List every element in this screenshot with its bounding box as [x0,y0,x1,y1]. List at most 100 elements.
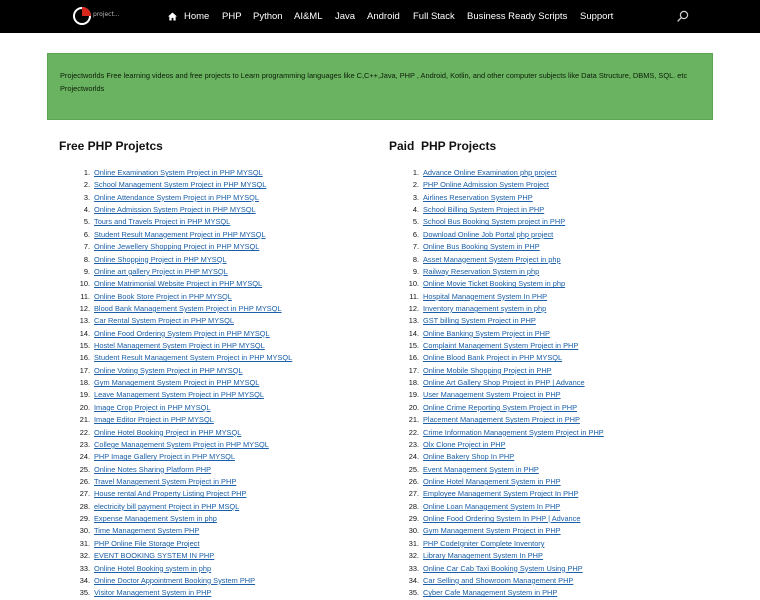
paid-project-link[interactable]: School Billing System Project in PHP [423,205,544,214]
free-project-link[interactable]: House rental And Property Listing Projec… [94,489,246,498]
nav-aiml[interactable]: AI&ML [294,0,323,33]
paid-project-link[interactable]: User Management System Project in PHP [423,390,561,399]
paid-project-link[interactable]: Event Management System in PHP [423,465,539,474]
nav-java[interactable]: Java [335,0,355,33]
paid-project-link[interactable]: Railway Reservation System in php [423,267,539,276]
paid-project-item: 28. Online Loan Management System In PHP [389,501,604,513]
item-number: 17. [79,365,90,375]
nav-support[interactable]: Support [580,0,613,33]
free-project-link[interactable]: Travel Management System Project in PHP [94,477,236,486]
paid-project-link[interactable]: Online Bakery Shop In PHP [423,452,514,461]
nav-home[interactable]: Home [168,0,209,33]
free-project-link[interactable]: Online Doctor Appointment Booking System… [94,576,255,585]
paid-project-link[interactable]: Online Bus Booking System in PHP [423,242,540,251]
nav-php[interactable]: PHP [222,0,242,33]
nav-python[interactable]: Python [253,0,283,33]
paid-project-link[interactable]: Online Food Ordering System In PHP | Adv… [423,514,580,523]
free-project-link[interactable]: Online Notes Sharing Platform PHP [94,465,211,474]
paid-project-link[interactable]: Cyber Cafe Management System in PHP [423,588,557,597]
paid-project-link[interactable]: School Bus Booking System project in PHP [423,217,565,226]
paid-project-link[interactable]: Online Hotel Management System in PHP [423,477,561,486]
free-project-link[interactable]: Online Attendance System Project in PHP … [94,193,259,202]
paid-project-link[interactable]: Library Management System In PHP [423,551,543,560]
paid-project-link[interactable]: PHP Online Admission System Project [423,180,549,189]
free-project-link[interactable]: Time Management System PHP [94,526,199,535]
free-project-link[interactable]: EVENT BOOKING SYSTEM IN PHP [94,551,214,560]
nav-android[interactable]: Android [367,0,400,33]
nav-full-stack[interactable]: Full Stack [413,0,455,33]
paid-project-link[interactable]: Gym Management System Project in PHP [423,526,561,535]
paid-project-link[interactable]: Online Loan Management System In PHP [423,502,560,511]
free-project-link[interactable]: Visitor Management System in PHP [94,588,211,597]
nav-business-scripts-label[interactable]: Business Ready Scripts [467,11,567,22]
paid-project-link[interactable]: Advance Online Examination php project [423,168,557,177]
free-project-item: 14. Online Food Ordering System Project i… [60,328,292,340]
paid-project-link[interactable]: Download Online Job Portal php project [423,230,553,239]
free-project-link[interactable]: Online Book Store Project in PHP MYSQL [94,292,232,301]
paid-project-link[interactable]: Hospital Management System In PHP [423,292,547,301]
nav-support-label[interactable]: Support [580,11,613,22]
nav-business-scripts[interactable]: Business Ready Scripts [467,0,567,33]
free-project-link[interactable]: Online Examination System Project in PHP… [94,168,263,177]
search-icon[interactable] [677,10,689,22]
free-project-link[interactable]: Tours and Travels Project in PHP MYSQL [94,217,230,226]
free-projects-title: Free PHP Projetcs [59,139,163,153]
free-project-link[interactable]: Hostel Management System Project in PHP … [94,341,265,350]
item-number: 33. [79,563,90,573]
nav-aiml-label[interactable]: AI&ML [294,11,323,22]
free-project-link[interactable]: Online Shopping Project in PHP MYSQL [94,255,227,264]
paid-project-link[interactable]: Olx Clone Project in PHP [423,440,506,449]
paid-project-link[interactable]: Online Banking System Project in PHP [423,329,550,338]
free-project-link[interactable]: Student Result Management Project in PHP… [94,230,266,239]
free-project-link[interactable]: Expense Management System in php [94,514,217,523]
free-project-link[interactable]: School Management System Project in PHP … [94,180,266,189]
paid-project-link[interactable]: PHP CodeIgniter Complete Inventory [423,539,544,548]
nav-java-label[interactable]: Java [335,11,355,22]
paid-project-link[interactable]: Online Blood Bank Project in PHP MYSQL [423,353,562,362]
free-project-link[interactable]: Online Voting System Project in PHP MYSQ… [94,366,243,375]
paid-project-link[interactable]: Crime Information Management System Proj… [423,428,604,437]
item-number: 6. [83,229,90,239]
item-number: 20. [79,402,90,412]
item-number: 34. [79,575,90,585]
free-project-link[interactable]: PHP Online File Storage Project [94,539,199,548]
free-project-link[interactable]: Gym Management System Project in PHP MYS… [94,378,259,387]
free-project-link[interactable]: electricity bill payment Project in PHP … [94,502,239,511]
free-project-link[interactable]: Image Crop Project in PHP MYSQL [94,403,211,412]
free-project-link[interactable]: Online art gallery Project in PHP MYSQL [94,267,228,276]
free-project-link[interactable]: Car Rental System Project in PHP MYSQL [94,316,234,325]
paid-project-link[interactable]: GST billing System Project in PHP [423,316,536,325]
free-project-link[interactable]: College Management System Project in PHP… [94,440,269,449]
free-project-link[interactable]: Online Matrimonial Website Project in PH… [94,279,262,288]
paid-project-link[interactable]: Inventory management system in php [423,304,546,313]
free-project-link[interactable]: Leave Management System Project in PHP M… [94,390,264,399]
paid-project-link[interactable]: Complaint Management System Project in P… [423,341,578,350]
nav-android-label[interactable]: Android [367,11,400,22]
free-project-link[interactable]: PHP Image Gallery Project in PHP MYSQL [94,452,235,461]
paid-project-link[interactable]: Online Movie Ticket Booking System in ph… [423,279,565,288]
paid-project-link[interactable]: Online Mobile Shopping Project in PHP [423,366,552,375]
paid-project-link[interactable]: Car Selling and Showroom Management PHP [423,576,573,585]
free-project-link[interactable]: Image Editor Project in PHP MYSQL [94,415,214,424]
nav-full-stack-label[interactable]: Full Stack [413,11,455,22]
free-project-link[interactable]: Online Hotel Booking system in php [94,564,211,573]
free-project-link[interactable]: Online Hotel Booking Project in PHP MYSQ… [94,428,241,437]
paid-project-link[interactable]: Online Car Cab Taxi Booking System Using… [423,564,583,573]
paid-project-link[interactable]: Employee Management System Project In PH… [423,489,578,498]
nav-home-label[interactable]: Home [184,11,209,22]
free-project-link[interactable]: Online Jewellery Shopping Project in PHP… [94,242,259,251]
free-project-link[interactable]: Blood Bank Management System Project in … [94,304,282,313]
paid-project-item: 18. Online Art Gallery Shop Project in PH… [389,377,604,389]
free-project-link[interactable]: Online Admission System Project in PHP M… [94,205,256,214]
paid-project-link[interactable]: Airlines Reservation System PHP [423,193,533,202]
paid-project-link[interactable]: Asset Management System Project in php [423,255,561,264]
paid-project-link[interactable]: Online Art Gallery Shop Project in PHP |… [423,378,585,387]
nav-php-label[interactable]: PHP [222,11,242,22]
free-project-link[interactable]: Student Result Management System Project… [94,353,292,362]
paid-project-item: 2. PHP Online Admission System Project [389,179,604,191]
free-project-link[interactable]: Online Food Ordering System Project in P… [94,329,270,338]
site-logo[interactable]: project... [73,6,120,26]
nav-python-label[interactable]: Python [253,11,283,22]
paid-project-link[interactable]: Online Crime Reporting System Project in… [423,403,577,412]
paid-project-link[interactable]: Placement Management System Project in P… [423,415,580,424]
